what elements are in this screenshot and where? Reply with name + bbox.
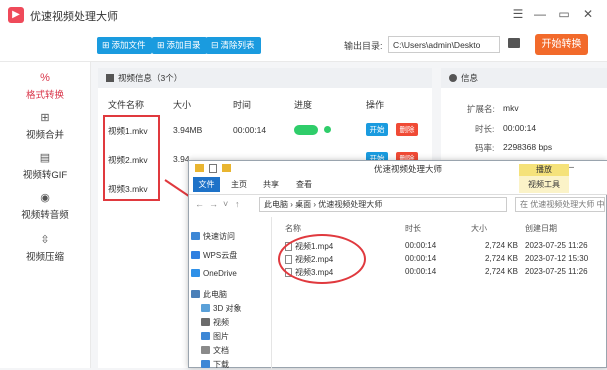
search-input[interactable]: 在 优速视频处理大师 中... bbox=[515, 197, 605, 212]
annotation-ellipse bbox=[278, 234, 366, 284]
tree-label: OneDrive bbox=[203, 269, 237, 278]
file-created: 2023-07-25 11:26 bbox=[525, 267, 588, 276]
tree-item-pictures[interactable]: 图片 bbox=[201, 331, 229, 342]
document-folder-icon bbox=[201, 346, 210, 354]
download-folder-icon bbox=[201, 360, 210, 368]
file-size: 2,724 KB bbox=[485, 241, 518, 250]
tree-item-this-pc[interactable]: 此电脑 bbox=[191, 289, 227, 300]
tree-label: 图片 bbox=[213, 332, 229, 341]
column-header-duration[interactable]: 时长 bbox=[405, 223, 421, 234]
cloud-icon bbox=[191, 269, 200, 277]
tree-label: 视频 bbox=[213, 318, 229, 327]
computer-icon bbox=[191, 290, 200, 298]
tab-play[interactable]: 播放 bbox=[519, 164, 569, 176]
back-icon[interactable]: ← bbox=[195, 199, 204, 209]
tree-label: WPS云盘 bbox=[203, 251, 238, 260]
address-bar[interactable]: 此电脑 › 桌面 › 优速视频处理大师 bbox=[259, 197, 507, 212]
column-header-size[interactable]: 大小 bbox=[471, 223, 487, 234]
video-folder-icon bbox=[201, 318, 210, 326]
navigation-tree: 快速访问 WPS云盘 OneDrive 此电脑 3D 对象 视频 图片 文档 下… bbox=[189, 217, 272, 369]
tree-item-downloads[interactable]: 下载 bbox=[201, 359, 229, 370]
tab-home[interactable]: 主页 bbox=[231, 179, 247, 190]
file-created: 2023-07-12 15:30 bbox=[525, 254, 589, 263]
file-explorer-window: 优速视频处理大师 — 播放 文件 主页 共享 查看 视频工具 ← → ˅ ↑ 此… bbox=[188, 160, 607, 369]
tree-label: 此电脑 bbox=[203, 290, 227, 299]
column-header-name[interactable]: 名称 bbox=[285, 223, 301, 234]
file-duration: 00:00:14 bbox=[405, 267, 437, 276]
tab-view[interactable]: 查看 bbox=[296, 179, 312, 190]
tab-video-tools[interactable]: 视频工具 bbox=[519, 176, 569, 193]
file-duration: 00:00:14 bbox=[405, 254, 437, 263]
tab-file[interactable]: 文件 bbox=[193, 177, 220, 192]
checkbox-icon bbox=[209, 164, 217, 173]
chevron-down-icon[interactable]: ˅ bbox=[223, 199, 228, 209]
tree-label: 3D 对象 bbox=[213, 304, 242, 313]
up-icon[interactable]: ↑ bbox=[235, 199, 240, 209]
tree-label: 快速访问 bbox=[203, 232, 235, 241]
file-size: 2,724 KB bbox=[485, 254, 518, 263]
folder-icon bbox=[222, 164, 231, 172]
file-created: 2023-07-25 11:26 bbox=[525, 241, 588, 250]
forward-icon[interactable]: → bbox=[209, 199, 218, 209]
file-duration: 00:00:14 bbox=[405, 241, 437, 250]
tab-share[interactable]: 共享 bbox=[263, 179, 279, 190]
explorer-title: 优速视频处理大师 bbox=[374, 164, 443, 174]
tree-item-wps-cloud[interactable]: WPS云盘 bbox=[191, 250, 237, 261]
tree-item-onedrive[interactable]: OneDrive bbox=[191, 269, 237, 278]
tree-label: 文档 bbox=[213, 346, 229, 355]
picture-folder-icon bbox=[201, 332, 210, 340]
tree-item-videos[interactable]: 视频 bbox=[201, 317, 229, 328]
file-size: 2,724 KB bbox=[485, 267, 518, 276]
star-icon bbox=[191, 232, 200, 240]
tree-item-3d-objects[interactable]: 3D 对象 bbox=[201, 303, 241, 314]
column-header-created[interactable]: 创建日期 bbox=[525, 223, 557, 234]
tree-item-documents[interactable]: 文档 bbox=[201, 345, 229, 356]
cloud-icon bbox=[191, 251, 200, 259]
tree-item-quick-access[interactable]: 快速访问 bbox=[191, 231, 235, 242]
folder-icon bbox=[195, 164, 204, 172]
cube-icon bbox=[201, 304, 210, 312]
